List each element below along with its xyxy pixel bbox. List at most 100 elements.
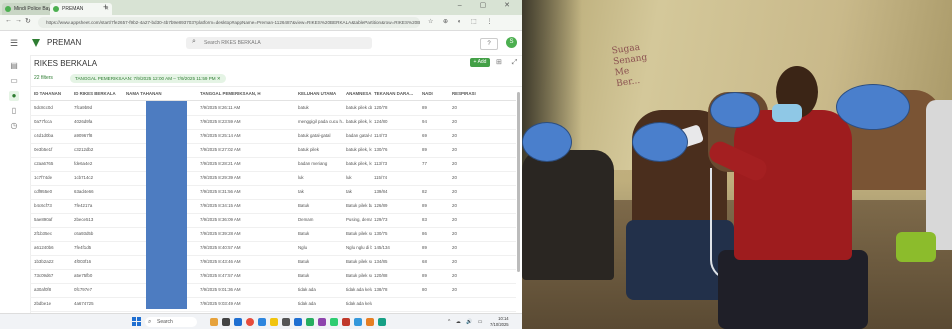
table-row[interactable]: c4d1d0ba a90967f8 7/9/2025 8:25:14 AM batuk… (30, 129, 516, 144)
window-controls[interactable]: – ▢ ✕ (458, 1, 518, 9)
table-cell: 20 (452, 175, 457, 180)
filter-chip[interactable]: TANGGAL PEMERIKSAAN: 7/9/2025 12:00 AM –… (70, 74, 226, 83)
table-cell: 7/9/2025 8:43:46 AM (200, 259, 241, 264)
table-cell: 80 (422, 287, 427, 292)
back-icon[interactable]: ← (5, 17, 12, 24)
chrome-icon[interactable] (246, 318, 254, 326)
taskbar-app-icon[interactable] (258, 318, 266, 326)
table-cell: 7/9/2025 8:26:11 AM (200, 105, 241, 110)
green-bag (896, 232, 936, 262)
taskbar-app-icon[interactable] (366, 318, 374, 326)
table-row[interactable]: 0e3b5e1f c3212db2 7/9/2025 8:27:02 AM batuk… (30, 143, 516, 158)
taskbar-app-icon[interactable] (282, 318, 290, 326)
table-cell: c2aa6765 (34, 161, 54, 166)
reload-icon[interactable]: ↻ (25, 17, 31, 25)
menu-icon[interactable]: ☰ (10, 38, 18, 49)
column-header[interactable]: NADI (422, 88, 450, 100)
column-header[interactable]: ID TAHANAN (34, 88, 72, 100)
table-cell: 0a77fcca (34, 119, 52, 124)
view-tools[interactable]: ⊞ ⤢ (496, 58, 521, 67)
table-cell: 89 (422, 147, 427, 152)
wall-writing: Sugaa Senang Me Ber... (611, 42, 648, 90)
table-row[interactable]: 5dc8cc0d 7fca9b9d 7/9/2025 8:26:11 AM batuk… (30, 101, 516, 116)
add-button[interactable]: + Add (470, 58, 490, 67)
table-cell: 139/84 (374, 189, 388, 194)
table-row[interactable]: 0a77fcca 4026d9fa 7/9/2025 8:23:59 AM mengg… (30, 115, 516, 130)
table-cell: 145/134 (374, 245, 390, 250)
windows-start-icon[interactable] (132, 317, 141, 326)
table-row[interactable]: 1c7f74de 1cb714c2 7/9/2025 8:29:39 AM luk lu… (30, 171, 516, 186)
help-button[interactable]: ? (480, 38, 498, 50)
table-row[interactable]: b4c6cf73 7fe4217a 7/9/2025 8:34:15 AM Batuk… (30, 199, 516, 214)
app-header: ☰ PREMAN ⌕ Search RIKES BERKALA ? S (0, 31, 522, 56)
column-header[interactable]: TANGGAL PEMERIKSAAN, H (200, 88, 296, 100)
folder-icon[interactable]: ▭ (9, 76, 19, 86)
taskbar-app-icon[interactable] (330, 318, 338, 326)
table-row[interactable]: 73c09d67 a5e75fb0 7/9/2025 8:47:57 AM Batuk… (30, 269, 516, 284)
taskbar-app-icon[interactable] (354, 318, 362, 326)
document-icon[interactable]: ▯ (9, 106, 19, 116)
vertical-scrollbar[interactable] (517, 92, 520, 272)
taskbar-app-icon[interactable] (294, 318, 302, 326)
taskbar-app-icon[interactable] (210, 318, 218, 326)
table-cell: 124/80 (374, 119, 388, 124)
address-bar[interactable]: https://www.appsheet.com/start/7fe2657-f… (38, 17, 420, 28)
taskbar-app-icon[interactable] (234, 318, 242, 326)
extension-icons[interactable]: ☆ ⊕ ◐ ⬚ ⋮ (428, 18, 496, 25)
table-cell: 20 (452, 189, 457, 194)
table-cell: cdf955e0 (34, 189, 53, 194)
table-row[interactable]: 2f1b35ec c6a93d5b 7/9/2025 8:39:28 AM Batuk… (30, 227, 516, 242)
table-row[interactable]: c2aa6765 fde6a4e2 7/9/2025 8:28:21 AM badan… (30, 157, 516, 172)
officer-red-shirt (734, 110, 852, 260)
forward-icon[interactable]: → (15, 17, 22, 24)
detainee-figure (522, 150, 614, 280)
table-cell: 7/9/2025 8:25:14 AM (200, 133, 241, 138)
table-row[interactable]: cdf955e0 63ad4e66 7/9/2025 8:31:56 AM tak ta… (30, 185, 516, 200)
folder-icon[interactable] (270, 318, 278, 326)
table-row[interactable]: 1b3b2a22 4f003f16 7/9/2025 8:43:46 AM Batuk… (30, 255, 516, 270)
table-cell: 7/9/2025 8:28:21 AM (200, 161, 241, 166)
person-icon[interactable]: ● (9, 91, 19, 101)
face-blur (710, 92, 760, 128)
table-cell: Batuk pilek bat 3a... (346, 203, 372, 208)
table-cell: 0e3b5e1f (34, 147, 53, 152)
avatar[interactable]: S (506, 37, 517, 48)
table-cell: Batuk pilek sulu... (346, 231, 372, 236)
table-cell: 89 (422, 105, 427, 110)
taskbar-app-icon[interactable] (342, 318, 350, 326)
table-row[interactable]: a30af0f8 0fc797e7 7/9/2025 9:01:36 AM tidak… (30, 283, 516, 298)
table-row[interactable]: a61240b6 7fe4f1d5 7/9/2025 8:40:57 AM Nglu N… (30, 241, 516, 256)
table-cell: tidak ada (298, 301, 316, 306)
table-cell: 20 (452, 259, 457, 264)
column-header[interactable]: TEKANAN DARA... (374, 88, 420, 100)
column-header[interactable]: RESPIRASI (452, 88, 492, 100)
system-tray[interactable]: ^ ☁ 🔊 ▭ (448, 319, 484, 325)
table-cell: fde6a4e2 (74, 161, 93, 166)
table-cell: 1cb714c2 (74, 175, 94, 180)
filter-count[interactable]: 22 filters (34, 75, 53, 81)
column-header[interactable]: NAMA TAHANAN (126, 88, 196, 100)
taskbar-search[interactable]: ⌕ Search (145, 317, 197, 327)
table-cell: 114/73 (374, 133, 388, 138)
table-cell: 20 (452, 105, 457, 110)
table-cell: 7/9/2025 9:01:36 AM (200, 287, 241, 292)
table-cell: 7fca9b9d (74, 105, 93, 110)
column-header[interactable]: ID RIKES BERKALA (74, 88, 124, 100)
table-row[interactable]: 2bdbe1e 4a674725 7/9/2025 9:03:49 AM tidak … (30, 297, 516, 312)
column-header[interactable]: KELUHAN UTAMA (298, 88, 344, 100)
taskbar-app-icon[interactable] (306, 318, 314, 326)
table-row[interactable]: 5ae890af 2bece513 7/9/2025 8:36:09 AM Demam… (30, 213, 516, 228)
taskbar-app-icon[interactable] (222, 318, 230, 326)
table-cell: 83 (422, 217, 427, 222)
table-cell: 7/9/2025 8:29:39 AM (200, 175, 241, 180)
browser-tab-bar: Mindi Police Bayom PREMAN ✕ + – ▢ ✕ (0, 0, 522, 15)
clock[interactable]: 10:14 7/10/2025 (490, 316, 509, 328)
table-cell: Batuk pilek sulu... (346, 259, 372, 264)
menu-icon[interactable]: ▤ (9, 61, 19, 71)
search-input[interactable]: ⌕ Search RIKES BERKALA (186, 37, 372, 49)
column-header[interactable]: ANAMNESA (346, 88, 372, 100)
taskbar-app-icon[interactable] (318, 318, 326, 326)
clock-icon[interactable]: ◷ (9, 121, 19, 131)
taskbar-app-icon[interactable] (378, 318, 386, 326)
new-tab-button[interactable]: + (103, 2, 108, 12)
